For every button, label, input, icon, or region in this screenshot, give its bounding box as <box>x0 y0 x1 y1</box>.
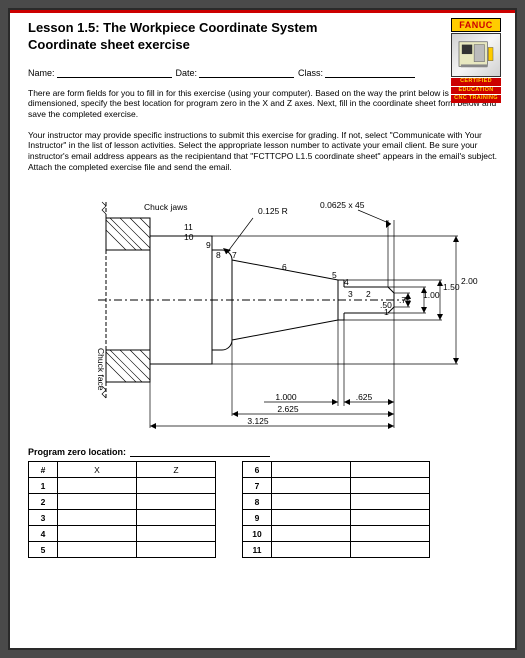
cell-x-2[interactable] <box>58 494 137 510</box>
lbl-2-625: 2.625 <box>277 404 299 414</box>
cell-x-8[interactable] <box>272 494 351 510</box>
row-r-6: 6 <box>243 462 272 478</box>
date-label: Date: <box>176 68 200 78</box>
class-input-line[interactable] <box>325 66 415 78</box>
cell-z-10[interactable] <box>351 526 430 542</box>
row-r-7: 7 <box>243 478 272 494</box>
lbl-pt5: 5 <box>332 270 337 280</box>
lbl-1-00: 1.00 <box>423 290 440 300</box>
name-label: Name: <box>28 68 57 78</box>
lbl-1-000: 1.000 <box>275 392 297 402</box>
lbl-radius: 0.125 R <box>258 206 288 216</box>
lbl-chamfer: 0.0625 x 45 <box>320 200 365 210</box>
cell-z-4[interactable] <box>137 526 216 542</box>
program-zero-input-line[interactable] <box>130 446 270 457</box>
row-l-5: 5 <box>29 542 58 558</box>
lbl-pt11: 11 <box>184 222 193 232</box>
lbl-pt3: 3 <box>348 289 353 299</box>
header-fields: Name: Date: Class: <box>28 66 497 78</box>
row-r-8: 8 <box>243 494 272 510</box>
row-l-3: 3 <box>29 510 58 526</box>
cell-z-8[interactable] <box>351 494 430 510</box>
row-l-1: 1 <box>29 478 58 494</box>
cert-line1: CERTIFIED <box>451 78 501 86</box>
cell-z-7[interactable] <box>351 478 430 494</box>
lbl-3-125: 3.125 <box>247 416 269 426</box>
fanuc-machine-icon <box>451 33 501 77</box>
program-zero-row: Program zero location: <box>28 446 497 457</box>
top-red-strip <box>10 10 515 13</box>
date-input-line[interactable] <box>199 66 294 78</box>
fanuc-logo-block: FANUC CERTIFIED EDUCATION CNC TRAINING <box>451 18 501 103</box>
fanuc-brand-label: FANUC <box>451 18 501 32</box>
cell-z-3[interactable] <box>137 510 216 526</box>
row-l-2: 2 <box>29 494 58 510</box>
lbl-1-50: 1.50 <box>443 282 460 292</box>
cell-x-11[interactable] <box>272 542 351 558</box>
name-input-line[interactable] <box>57 66 172 78</box>
lbl-0-625: .625 <box>355 392 372 402</box>
coord-table-right: 6 7 8 9 10 11 <box>242 461 430 558</box>
cert-line2: EDUCATION <box>451 87 501 95</box>
cell-x-3[interactable] <box>58 510 137 526</box>
class-label: Class: <box>298 68 325 78</box>
cell-x-6[interactable] <box>272 462 351 478</box>
lbl-pt4: 4 <box>344 277 349 287</box>
lbl-chuck-jaws: Chuck jaws <box>144 202 187 212</box>
coord-table-left: # X Z 1 2 3 4 5 <box>28 461 216 558</box>
lbl-pt10: 10 <box>184 232 194 242</box>
lbl-2-00: 2.00 <box>461 276 478 286</box>
th-x-l: X <box>58 462 137 478</box>
lesson-title-1: Lesson 1.5: The Workpiece Coordinate Sys… <box>28 20 497 37</box>
lbl-chuck-face: Chuck face <box>96 348 106 391</box>
th-num-l: # <box>29 462 58 478</box>
lesson-title-2: Coordinate sheet exercise <box>28 37 497 54</box>
program-zero-label: Program zero location: <box>28 447 126 457</box>
cell-x-4[interactable] <box>58 526 137 542</box>
lbl-pt6: 6 <box>282 262 287 272</box>
lbl-pt1: 1 <box>384 307 389 317</box>
cell-x-7[interactable] <box>272 478 351 494</box>
cell-z-6[interactable] <box>351 462 430 478</box>
lbl-0-75: .75 <box>399 295 411 305</box>
lbl-pt7: 7 <box>232 250 237 260</box>
cell-z-5[interactable] <box>137 542 216 558</box>
th-z-l: Z <box>137 462 216 478</box>
row-r-10: 10 <box>243 526 272 542</box>
coord-tables: # X Z 1 2 3 4 5 6 7 8 9 10 11 <box>28 461 497 558</box>
instructions-p1: There are form fields for you to fill in… <box>28 88 497 120</box>
row-r-9: 9 <box>243 510 272 526</box>
cell-x-10[interactable] <box>272 526 351 542</box>
lbl-pt8: 8 <box>216 250 221 260</box>
lbl-pt2: 2 <box>366 289 371 299</box>
part-drawing: Chuck jaws 0.125 R 0.0625 x 45 2.00 1.50… <box>48 180 478 440</box>
cell-z-9[interactable] <box>351 510 430 526</box>
cell-z-2[interactable] <box>137 494 216 510</box>
cell-x-1[interactable] <box>58 478 137 494</box>
row-r-11: 11 <box>243 542 272 558</box>
lbl-pt9: 9 <box>206 240 211 250</box>
row-l-4: 4 <box>29 526 58 542</box>
worksheet-page: FANUC CERTIFIED EDUCATION CNC TRAINING L… <box>10 10 515 648</box>
cert-line3: CNC TRAINING <box>451 95 501 103</box>
cell-z-11[interactable] <box>351 542 430 558</box>
cell-x-9[interactable] <box>272 510 351 526</box>
cell-x-5[interactable] <box>58 542 137 558</box>
instructions-p2: Your instructor may provide specific ins… <box>28 130 497 173</box>
cell-z-1[interactable] <box>137 478 216 494</box>
